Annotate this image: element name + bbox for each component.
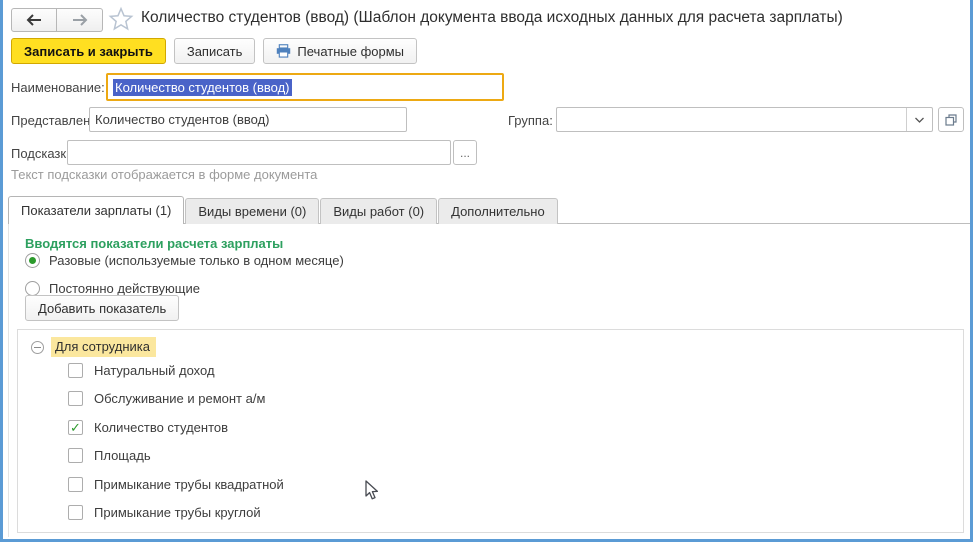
presentation-input-value: Количество студентов (ввод) — [95, 112, 270, 127]
tree-item-label: Примыкание трубы круглой — [94, 505, 261, 520]
forward-button[interactable] — [57, 8, 103, 32]
tabstrip: Показатели зарплаты (1) Виды времени (0)… — [8, 196, 559, 224]
tree-item-label: Примыкание трубы квадратной — [94, 477, 284, 492]
indicators-tree-panel: Для сотрудника ✓ Натуральный доход ✓ Обс… — [17, 329, 964, 533]
printer-icon — [276, 44, 291, 58]
tree-item-label: Натуральный доход — [94, 363, 215, 378]
tree-item-label: Площадь — [94, 448, 151, 463]
checkbox[interactable]: ✓ — [68, 505, 83, 520]
tree-item-area[interactable]: ✓ Площадь — [68, 448, 151, 463]
forward-arrow-icon — [71, 14, 89, 26]
tree-item-car-service[interactable]: ✓ Обслуживание и ремонт а/м — [68, 391, 265, 406]
name-field-label: Наименование: — [11, 80, 105, 95]
tab-pane-left-edge — [8, 224, 9, 537]
tree-item-natural-income[interactable]: ✓ Натуральный доход — [68, 363, 215, 378]
tree-item-label: Количество студентов — [94, 420, 228, 435]
tab-work-kinds[interactable]: Виды работ (0) — [320, 198, 437, 224]
history-nav — [11, 8, 103, 32]
radio-one-time[interactable]: Разовые (используемые только в одном мес… — [25, 253, 344, 268]
tab-additional[interactable]: Дополнительно — [438, 198, 558, 224]
radio-one-time-circle — [25, 253, 40, 268]
presentation-input[interactable]: Количество студентов (ввод) — [89, 107, 407, 132]
tree-item-students-count[interactable]: ✓ Количество студентов — [68, 420, 228, 435]
group-input[interactable] — [556, 107, 933, 132]
page-title: Количество студентов (ввод) (Шаблон доку… — [141, 9, 843, 27]
tree-item-round-pipe[interactable]: ✓ Примыкание трубы круглой — [68, 505, 261, 520]
favorite-star-icon[interactable] — [108, 6, 134, 32]
ellipsis-icon: ... — [460, 146, 470, 160]
checkbox[interactable]: ✓ — [68, 363, 83, 378]
group-field-label: Группа: — [508, 113, 553, 128]
collapse-icon[interactable] — [31, 341, 44, 354]
radio-permanent-circle — [25, 281, 40, 296]
print-forms-button[interactable]: Печатные формы — [263, 38, 417, 64]
tree-group-row[interactable]: Для сотрудника — [31, 337, 156, 357]
radio-permanent[interactable]: Постоянно действующие — [25, 281, 200, 296]
checkbox[interactable]: ✓ — [68, 420, 83, 435]
hint-note: Текст подсказки отображается в форме док… — [11, 167, 317, 182]
checkbox[interactable]: ✓ — [68, 477, 83, 492]
back-arrow-icon — [25, 14, 43, 26]
name-input-selected-text: Количество студентов (ввод) — [113, 79, 292, 96]
hint-input[interactable] — [67, 140, 451, 165]
tab-salary-indicators[interactable]: Показатели зарплаты (1) — [8, 196, 184, 224]
chevron-down-icon — [915, 117, 924, 123]
tree-item-square-pipe[interactable]: ✓ Примыкание трубы квадратной — [68, 477, 284, 492]
group-open-button[interactable] — [938, 107, 964, 132]
add-indicator-button[interactable]: Добавить показатель — [25, 295, 179, 321]
toolbar: Записать и закрыть Записать Печатные фор… — [11, 38, 417, 64]
checkbox[interactable]: ✓ — [68, 448, 83, 463]
document-template-window: Количество студентов (ввод) (Шаблон доку… — [0, 0, 973, 542]
tab-time-kinds[interactable]: Виды времени (0) — [185, 198, 319, 224]
hint-more-button[interactable]: ... — [453, 140, 477, 165]
save-and-close-button[interactable]: Записать и закрыть — [11, 38, 166, 64]
tree-group-label: Для сотрудника — [51, 337, 156, 357]
radio-permanent-label: Постоянно действующие — [49, 281, 200, 296]
open-in-list-icon — [945, 114, 957, 126]
group-dropdown-button[interactable] — [906, 108, 932, 131]
mouse-cursor — [365, 480, 380, 501]
tree-item-label: Обслуживание и ремонт а/м — [94, 391, 265, 406]
back-button[interactable] — [11, 8, 57, 32]
name-input[interactable]: Количество студентов (ввод) — [106, 73, 504, 101]
radio-one-time-label: Разовые (используемые только в одном мес… — [49, 253, 344, 268]
section-title: Вводятся показатели расчета зарплаты — [25, 236, 283, 251]
checkbox[interactable]: ✓ — [68, 391, 83, 406]
print-forms-label: Печатные формы — [297, 44, 404, 59]
save-button[interactable]: Записать — [174, 38, 256, 64]
